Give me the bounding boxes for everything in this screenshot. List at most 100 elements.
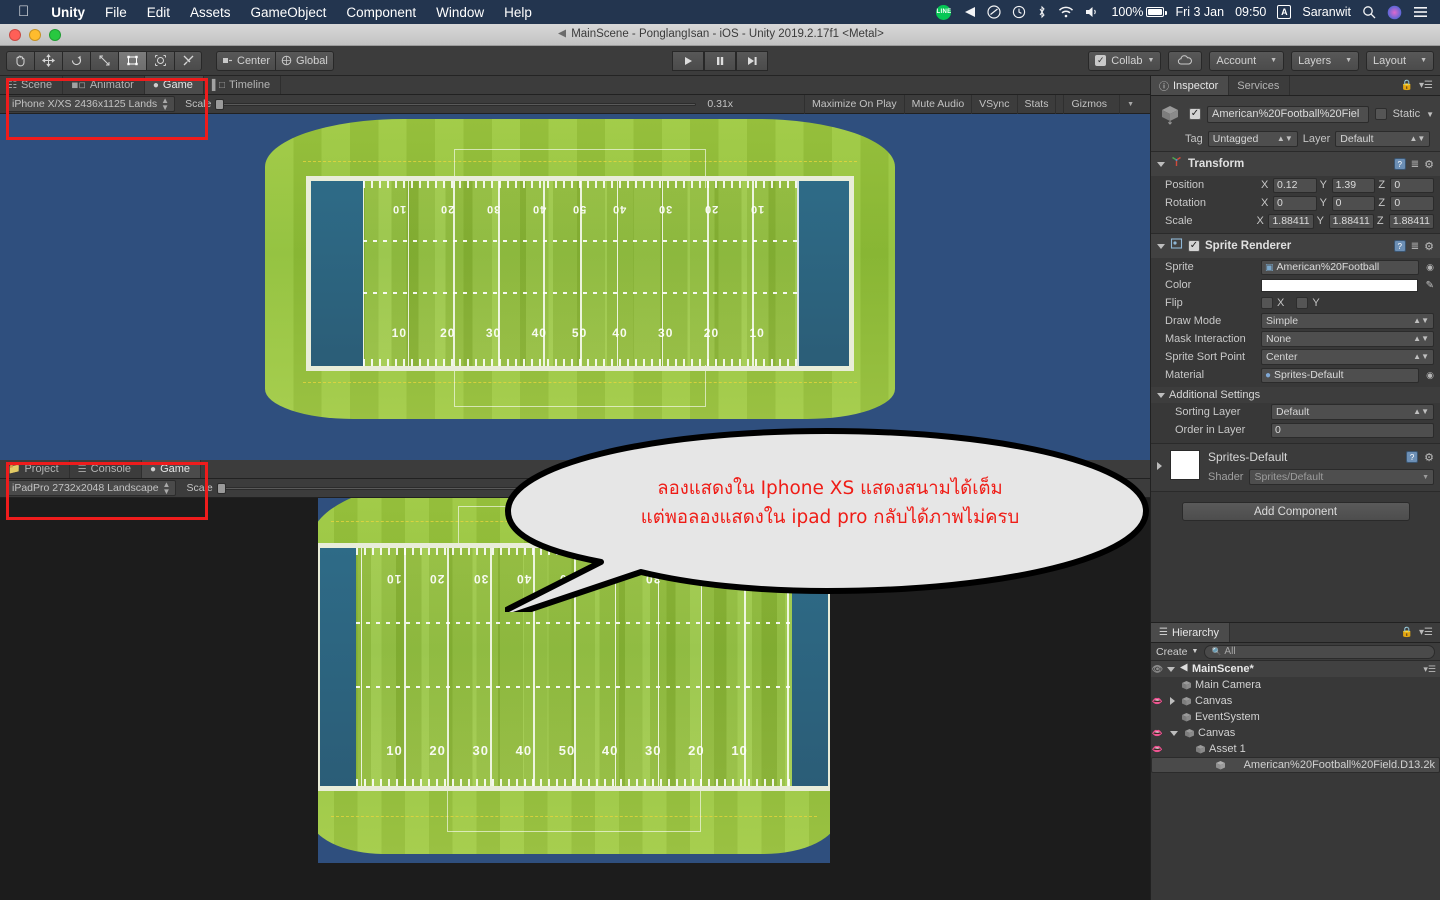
account-button[interactable]: Account ▼ — [1209, 50, 1285, 71]
visibility-toggle-icon[interactable]: 👁 — [1151, 664, 1164, 675]
foldout-icon[interactable] — [1167, 666, 1175, 672]
rotate-tool-icon[interactable] — [62, 50, 90, 71]
sort-point-dropdown[interactable]: Center ▲▼ — [1261, 349, 1434, 365]
object-name-field[interactable]: American%20Football%20Fiel — [1207, 105, 1369, 123]
position-x-field[interactable]: 0.12 — [1273, 177, 1317, 193]
flip-x-checkbox[interactable]: ✓ — [1261, 297, 1273, 309]
layer-dropdown[interactable]: Default ▲▼ — [1335, 131, 1431, 147]
bluetooth-icon[interactable] — [1037, 5, 1047, 19]
transform-tool-icon[interactable] — [146, 50, 174, 71]
list-item[interactable]: 👄 Canvas — [1151, 725, 1440, 741]
mask-interaction-dropdown[interactable]: None ▲▼ — [1261, 331, 1434, 347]
foldout-icon[interactable] — [1157, 161, 1165, 167]
rect-tool-icon[interactable] — [118, 50, 146, 71]
pivot-toggle[interactable]: Center — [216, 50, 276, 71]
color-swatch[interactable] — [1261, 278, 1418, 292]
tab-project[interactable]: 📁 Project — [0, 460, 70, 478]
chevron-down-icon[interactable]: ▼ — [1426, 110, 1434, 119]
tab-animator[interactable]: ◾◽ Animator — [63, 76, 145, 94]
sprite-picker-icon[interactable]: ◉ — [1426, 262, 1434, 273]
eyedropper-icon[interactable]: ✎ — [1426, 280, 1434, 291]
bottom-resolution-dropdown[interactable]: iPadPro 2732x2048 Landscape ▲ ▼ — [6, 480, 177, 496]
sprite-renderer-enabled-checkbox[interactable]: ✓ — [1188, 240, 1200, 252]
sprite-field[interactable]: ▣ American%20Football — [1261, 259, 1420, 275]
cloud-button[interactable] — [1168, 50, 1203, 71]
tag-dropdown[interactable]: Untagged ▲▼ — [1207, 131, 1298, 147]
lock-icon[interactable]: 🔒 — [1401, 627, 1413, 638]
gear-icon[interactable]: ⚙ — [1424, 158, 1434, 171]
scale-z-field[interactable]: 1.88411 — [1388, 213, 1434, 229]
list-item[interactable]: Main Camera — [1151, 677, 1440, 693]
sprite-renderer-header[interactable]: ✓ Sprite Renderer ? ≣ ⚙ — [1151, 234, 1440, 258]
visibility-toggle-icon[interactable]: 👄 — [1151, 728, 1164, 739]
collab-button[interactable]: ✓ Collab ▼ — [1088, 50, 1162, 71]
menu-icon[interactable]: ▾☰ — [1419, 627, 1433, 638]
preset-icon[interactable]: ≣ — [1411, 159, 1419, 170]
menu-item-file[interactable]: File — [95, 5, 137, 20]
preset-icon[interactable]: ≣ — [1411, 241, 1419, 252]
dropbox-icon[interactable] — [987, 5, 1002, 19]
gear-icon[interactable]: ⚙ — [1424, 451, 1434, 464]
unity-hub-icon[interactable] — [962, 5, 976, 19]
add-component-button[interactable]: Add Component — [1181, 502, 1410, 521]
apple-icon[interactable]:  — [8, 4, 41, 21]
additional-settings-header[interactable]: Additional Settings — [1151, 387, 1440, 403]
transform-header[interactable]: Transform ? ≣ ⚙ — [1151, 152, 1440, 176]
list-item[interactable]: 👄 Asset 1 — [1151, 741, 1440, 757]
menu-item-edit[interactable]: Edit — [137, 5, 180, 20]
siri-icon[interactable] — [1387, 5, 1402, 20]
tab-services[interactable]: Services — [1229, 76, 1291, 95]
maximize-on-play-toggle[interactable]: Maximize On Play — [804, 94, 904, 114]
create-button[interactable]: Create ▼ — [1156, 646, 1198, 658]
tab-timeline[interactable]: ▌□ Timeline — [203, 76, 282, 94]
search-icon[interactable] — [1362, 5, 1376, 19]
position-y-field[interactable]: 1.39 — [1331, 177, 1376, 193]
gizmos-dropdown[interactable]: Gizmos ▼ — [1055, 94, 1148, 114]
position-z-field[interactable]: 0 — [1390, 177, 1435, 193]
order-in-layer-field[interactable]: 0 — [1271, 422, 1434, 438]
tab-hierarchy[interactable]: ☰ Hierarchy — [1151, 623, 1231, 642]
tab-game-bottom[interactable]: ● Game — [142, 460, 202, 478]
custom-tool-icon[interactable] — [174, 50, 202, 71]
rotation-x-field[interactable]: 0 — [1273, 195, 1317, 211]
layout-button[interactable]: Layout ▼ — [1366, 50, 1434, 71]
foldout-icon[interactable] — [1170, 730, 1178, 736]
control-center-icon[interactable] — [1413, 5, 1428, 19]
scene-menu-icon[interactable]: ▾☰ — [1423, 664, 1436, 675]
move-tool-icon[interactable] — [34, 50, 62, 71]
scale-y-field[interactable]: 1.88411 — [1328, 213, 1374, 229]
hierarchy-search-input[interactable]: 🔍 All — [1204, 644, 1435, 659]
menu-item-component[interactable]: Component — [336, 5, 426, 20]
step-button[interactable] — [736, 50, 768, 71]
draw-mode-dropdown[interactable]: Simple ▲▼ — [1261, 313, 1434, 329]
foldout-icon[interactable] — [1170, 697, 1175, 705]
rotation-y-field[interactable]: 0 — [1331, 195, 1376, 211]
help-icon[interactable]: ? — [1393, 158, 1406, 170]
visibility-toggle-icon[interactable]: 👄 — [1151, 696, 1164, 707]
scale-x-field[interactable]: 1.88411 — [1268, 213, 1314, 229]
help-icon[interactable]: ? — [1393, 240, 1406, 252]
object-enabled-checkbox[interactable]: ✓ — [1189, 108, 1201, 120]
top-game-viewport[interactable]: 10 20 30 40 50 40 30 20 10 10 20 30 40 5… — [0, 114, 1150, 460]
menu-item-help[interactable]: Help — [494, 5, 542, 20]
foldout-icon[interactable] — [1157, 243, 1165, 249]
static-checkbox[interactable]: ✓ — [1374, 108, 1387, 120]
foldout-icon[interactable] — [1157, 462, 1162, 470]
stats-toggle[interactable]: Stats — [1016, 94, 1056, 114]
tab-scene[interactable]: ☷ Scene — [0, 76, 64, 94]
menubar-username[interactable]: Saranwit — [1302, 5, 1351, 19]
lock-icon[interactable]: 🔒 — [1401, 80, 1413, 91]
input-source-icon[interactable]: A — [1277, 5, 1292, 19]
list-item[interactable]: American%20Football%20Field.D13.2k — [1151, 757, 1440, 773]
foldout-icon[interactable] — [1157, 392, 1165, 398]
top-resolution-dropdown[interactable]: iPhone X/XS 2436x1125 Lands ▲ ▼ — [6, 96, 176, 112]
line-app-icon[interactable]: LINE — [936, 4, 952, 20]
menu-item-window[interactable]: Window — [426, 5, 494, 20]
material-field[interactable]: ● Sprites-Default — [1261, 367, 1420, 383]
timemachine-icon[interactable] — [1012, 5, 1026, 19]
wifi-icon[interactable] — [1058, 5, 1074, 19]
play-button[interactable] — [672, 50, 704, 71]
sorting-layer-dropdown[interactable]: Default ▲▼ — [1271, 404, 1434, 420]
flip-y-checkbox[interactable]: ✓ — [1296, 297, 1309, 309]
visibility-toggle-icon[interactable]: 👄 — [1151, 744, 1164, 755]
